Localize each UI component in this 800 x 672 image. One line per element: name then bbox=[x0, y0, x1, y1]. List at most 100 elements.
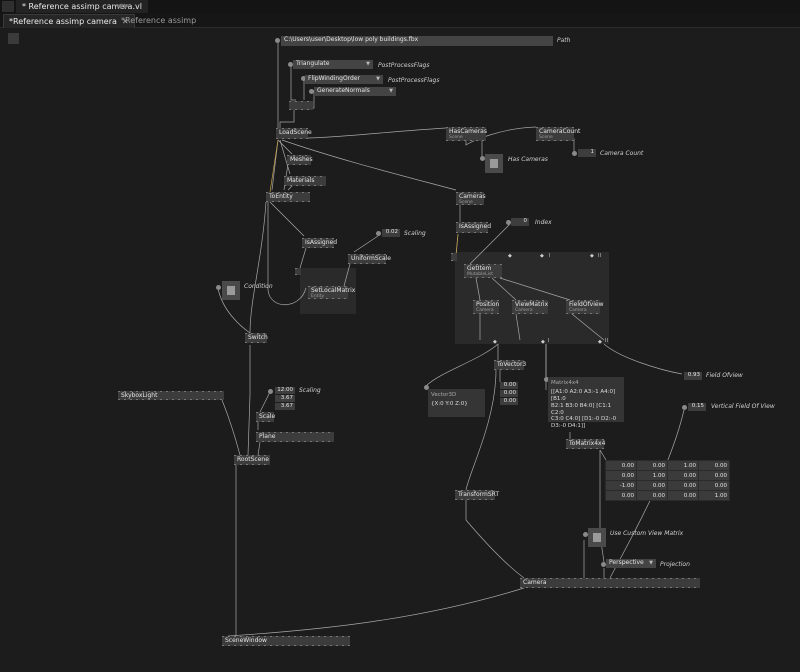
matrix-cell[interactable]: 0.00 bbox=[699, 481, 729, 490]
node-title: CameraCount bbox=[539, 128, 581, 135]
projection-label: Projection bbox=[660, 561, 690, 568]
node-title: Position bbox=[476, 301, 500, 308]
splicer-label-1: I bbox=[549, 253, 551, 259]
pin[interactable] bbox=[572, 151, 577, 156]
getitem-node[interactable]: GetItem MutableList bbox=[464, 264, 502, 278]
chevron-down-icon: ▼ bbox=[389, 88, 393, 94]
tooltip-title: Matrix4x4 bbox=[551, 380, 579, 386]
plane-node[interactable]: Plane bbox=[256, 432, 334, 442]
tooltip-line: D3:-0 D4:1]] bbox=[551, 423, 586, 430]
matrix-cell[interactable]: 0.00 bbox=[699, 461, 729, 470]
matrix-cell[interactable]: 1.00 bbox=[699, 491, 729, 500]
toggle-fill bbox=[490, 159, 498, 168]
position-node[interactable]: Position Camera bbox=[473, 300, 499, 314]
or-node[interactable] bbox=[289, 101, 313, 110]
pin[interactable] bbox=[376, 231, 381, 236]
has-cameras-toggle[interactable] bbox=[485, 154, 503, 173]
scaling-value[interactable]: 0.02 bbox=[382, 229, 400, 237]
toentity-node[interactable]: ToEntity bbox=[266, 192, 310, 202]
matrix-cell[interactable]: 0.00 bbox=[699, 471, 729, 480]
isassigned-node[interactable]: IsAssigned bbox=[456, 222, 491, 233]
scale-y[interactable]: 3.67 bbox=[275, 395, 295, 402]
pin[interactable] bbox=[268, 389, 273, 394]
hascameras-node[interactable]: HasCameras Scene bbox=[446, 127, 487, 141]
scaling-label: Scaling bbox=[404, 230, 426, 237]
vector-z[interactable]: 0.00 bbox=[500, 398, 518, 405]
matrix-cell[interactable]: 0.00 bbox=[668, 491, 698, 500]
switch-node[interactable]: Switch bbox=[245, 333, 268, 343]
matrix-cell[interactable]: 0.00 bbox=[606, 471, 636, 480]
index-value[interactable]: 0 bbox=[511, 218, 529, 226]
scaling-label-2: Scaling bbox=[299, 387, 321, 394]
projection-dropdown[interactable]: Perspective ▼ bbox=[606, 559, 656, 568]
pin[interactable] bbox=[682, 405, 687, 410]
meshes-node[interactable]: Meshes bbox=[287, 155, 313, 165]
node-category: Camera bbox=[569, 308, 587, 313]
vector-y[interactable]: 0.00 bbox=[500, 390, 518, 397]
dropdown-value: Perspective bbox=[609, 559, 644, 566]
matrix-cell[interactable]: 0.00 bbox=[668, 481, 698, 490]
camera-count-value: 1 bbox=[578, 149, 596, 157]
dropdown-value: Triangulate bbox=[296, 60, 330, 67]
tomatrix-node[interactable]: ToMatrix4x4 bbox=[566, 439, 605, 449]
node-title: HasCameras bbox=[449, 128, 487, 135]
viewmatrix-node[interactable]: ViewMatrix Camera bbox=[512, 300, 548, 314]
scale-x[interactable]: 12.00 bbox=[275, 387, 295, 394]
matrix-cell[interactable]: 1.00 bbox=[637, 471, 667, 480]
triangulate-dropdown[interactable]: Triangulate ▼ bbox=[293, 60, 373, 69]
vector3d-tooltip: Vector3D {X:0 Y:0 Z:0} bbox=[428, 389, 485, 417]
matrix-cell[interactable]: 1.00 bbox=[668, 461, 698, 470]
matrix-cell[interactable]: 0.00 bbox=[637, 461, 667, 470]
postprocess-label: PostProcessFlags bbox=[388, 77, 440, 84]
flipwinding-dropdown[interactable]: FlipWindingOrder ▼ bbox=[305, 75, 383, 84]
tooltip-line: B2:1 B3:0 B4:0] [C1:1 C2:0 bbox=[551, 402, 612, 416]
path-label: Path bbox=[557, 37, 571, 44]
skyboxlight-node[interactable]: SkyboxLight bbox=[118, 391, 224, 400]
chevron-down-icon: ▼ bbox=[366, 61, 370, 67]
vector-x[interactable]: 0.00 bbox=[500, 382, 518, 389]
camera-node[interactable]: Camera bbox=[520, 578, 700, 588]
custom-view-toggle[interactable] bbox=[588, 528, 606, 547]
condition-toggle[interactable] bbox=[222, 281, 240, 300]
fieldofview-node[interactable]: FieldOfview Camera bbox=[566, 300, 604, 314]
vfov-label: Vertical Field Of View bbox=[711, 403, 775, 410]
matrix-cell[interactable]: 0.00 bbox=[637, 481, 667, 490]
scale-z[interactable]: 3.67 bbox=[275, 403, 295, 410]
matrix-cell[interactable]: 0.00 bbox=[668, 471, 698, 480]
cameras-node[interactable]: Cameras Scene bbox=[456, 192, 486, 205]
tovector3-node[interactable]: ToVector3 bbox=[494, 360, 526, 370]
bool-pin-node[interactable] bbox=[451, 253, 457, 261]
camera-count-label: Camera Count bbox=[600, 150, 644, 157]
isassigned-node[interactable]: IsAssigned bbox=[302, 238, 337, 248]
matrix-cell[interactable]: 0.00 bbox=[637, 491, 667, 500]
cameracount-node[interactable]: CameraCount Scene bbox=[536, 127, 580, 141]
materials-node[interactable]: Materials bbox=[284, 176, 326, 186]
loadscene-node[interactable]: LoadScene bbox=[276, 128, 312, 139]
node-category: Camera bbox=[515, 308, 533, 313]
matrix-editor[interactable]: 0.00 0.00 1.00 0.00 0.00 1.00 0.00 0.00 -1.00 0… bbox=[605, 460, 730, 501]
vfov-value[interactable]: 0.15 bbox=[688, 403, 706, 411]
node-category: Scene bbox=[539, 135, 553, 140]
region-io-icon: ◆ bbox=[493, 339, 497, 345]
scenewindow-node[interactable]: SceneWindow bbox=[222, 636, 350, 646]
node-category: Scene bbox=[449, 135, 463, 140]
pin[interactable] bbox=[275, 38, 280, 43]
region-io-icon: ◆ bbox=[541, 339, 545, 345]
pin[interactable] bbox=[216, 285, 221, 290]
node-title: ViewMatrix bbox=[515, 301, 549, 308]
setlocalmatrix-node[interactable]: SetLocalMatrix Entity bbox=[308, 286, 355, 299]
index-label: Index bbox=[535, 219, 552, 226]
generatenormals-dropdown[interactable]: GenerateNormals ▼ bbox=[314, 87, 396, 96]
uniformscale-node[interactable]: UniformScale bbox=[348, 254, 391, 264]
rootscene-node[interactable]: RootScene bbox=[234, 455, 270, 465]
bool-pin-node[interactable] bbox=[295, 268, 301, 275]
matrix-cell[interactable]: 0.00 bbox=[606, 461, 636, 470]
has-cameras-label: Has Cameras bbox=[508, 156, 548, 163]
scale-node[interactable]: Scale bbox=[256, 412, 275, 422]
matrix-cell[interactable]: -1.00 bbox=[606, 481, 636, 490]
path-input[interactable]: C:\Users\user\Desktop\low poly buildings… bbox=[281, 36, 553, 46]
wires-layer bbox=[217, 40, 685, 637]
node-category: Camera bbox=[476, 308, 494, 313]
matrix-cell[interactable]: 0.00 bbox=[606, 491, 636, 500]
transformsrt-node[interactable]: TransformSRT bbox=[455, 490, 499, 500]
